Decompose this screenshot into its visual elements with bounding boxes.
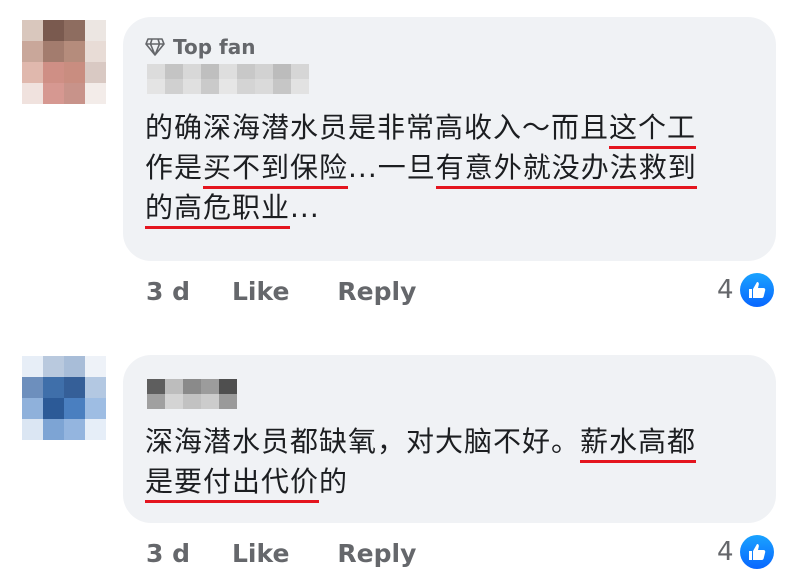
text-segment: ... <box>290 191 320 224</box>
comment-actions: 3 d Like Reply <box>146 277 416 306</box>
text-segment: 深海潜水员都缺氧，对大脑不好。 <box>145 425 581 458</box>
underlined-segment: 这个工 <box>609 111 697 149</box>
underlined-segment: 买不到保险 <box>203 151 349 189</box>
text-segment: 作是 <box>145 151 204 184</box>
avatar[interactable] <box>22 20 106 104</box>
reply-button[interactable]: Reply <box>337 277 416 306</box>
comment-bubble: 深海潜水员都缺氧，对大脑不好。薪水高都 是要付出代价的 <box>123 355 776 523</box>
avatar[interactable] <box>22 356 106 440</box>
thumbs-up-icon <box>739 273 774 307</box>
comment-text: 深海潜水员都缺氧，对大脑不好。薪水高都 是要付出代价的 <box>145 422 697 503</box>
comment-bubble: Top fan 的确深海潜水员是非常高收入～而且这个工 作是买不到保险...一旦… <box>123 17 776 261</box>
text-segment: ...一旦 <box>348 151 436 184</box>
comment-line: 作是买不到保险...一旦有意外就没办法救到 <box>145 148 697 189</box>
comment-line: 的高危职业... <box>145 188 697 229</box>
commenter-name[interactable] <box>147 64 315 94</box>
comment-text: 的确深海潜水员是非常高收入～而且这个工 作是买不到保险...一旦有意外就没办法救… <box>145 108 697 229</box>
like-button[interactable]: Like <box>232 539 289 568</box>
diamond-icon <box>145 38 165 56</box>
reaction-count: 4 <box>717 275 734 305</box>
comment-line: 的确深海潜水员是非常高收入～而且这个工 <box>145 108 697 149</box>
comment-line: 是要付出代价的 <box>145 462 696 503</box>
thumbs-up-icon <box>739 535 774 569</box>
top-fan-badge: Top fan <box>145 35 255 59</box>
top-fan-label: Top fan <box>173 35 256 59</box>
underlined-segment: 薪水高都 <box>580 425 697 463</box>
like-button[interactable]: Like <box>232 277 289 306</box>
comment-actions: 3 d Like Reply <box>146 539 416 568</box>
underlined-segment: 的高危职业 <box>145 191 291 229</box>
comment-age[interactable]: 3 d <box>146 277 190 306</box>
commenter-name[interactable] <box>147 379 243 409</box>
underlined-segment: 有意外就没办法救到 <box>435 151 697 189</box>
text-segment: 的 <box>319 465 349 498</box>
reaction-summary[interactable]: 4 <box>717 535 774 569</box>
comment-age[interactable]: 3 d <box>146 539 190 568</box>
reaction-summary[interactable]: 4 <box>717 273 774 307</box>
underlined-segment: 是要付出代价 <box>145 465 320 503</box>
text-segment: 的确深海潜水员是非常高收入～而且 <box>145 111 610 144</box>
comment-line: 深海潜水员都缺氧，对大脑不好。薪水高都 <box>145 422 697 463</box>
reply-button[interactable]: Reply <box>337 539 416 568</box>
reaction-count: 4 <box>717 537 734 567</box>
